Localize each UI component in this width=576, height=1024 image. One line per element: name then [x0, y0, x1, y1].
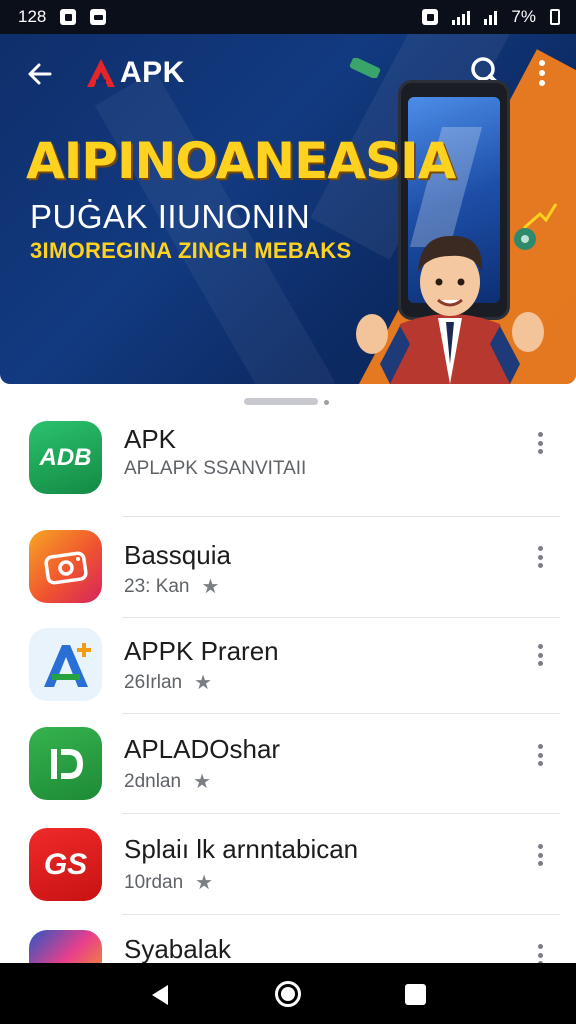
status-right: 7% — [422, 7, 560, 27]
status-bar: 128 7% — [0, 0, 576, 34]
hero-banner[interactable]: APK AIPINOANEASIA PUĠAK IIUNONIN 3IMOREG… — [0, 34, 576, 384]
brand-name: APK — [120, 56, 185, 89]
divider — [122, 713, 560, 714]
overflow-menu-icon[interactable] — [530, 58, 554, 88]
more-options-icon[interactable] — [530, 542, 550, 572]
app-rating: 2dnlan — [124, 770, 182, 792]
drag-handle[interactable] — [244, 398, 318, 405]
battery-icon — [550, 9, 560, 25]
app-rating: 10rdan — [124, 871, 184, 893]
app-rating: 26Irlan — [124, 671, 183, 693]
star-icon: ★ — [195, 872, 214, 894]
hero-tagline: 3IMOREGINA ZINGH MEBAKS — [30, 238, 352, 263]
app-rating: 23: Kan — [124, 575, 190, 597]
system-nav-bar — [0, 963, 576, 1024]
app-meta: 10rdan ★ — [124, 870, 213, 895]
divider — [122, 914, 560, 915]
battery-percent: 7% — [511, 7, 536, 26]
list-item[interactable]: Syabalak — [0, 926, 576, 963]
hero-subtitle: PUĠAK IIUNONIN — [30, 198, 311, 235]
app-meta: 23: Kan ★ — [124, 574, 219, 599]
more-options-icon[interactable] — [530, 640, 550, 670]
more-options-icon[interactable] — [530, 428, 550, 458]
star-icon: ★ — [193, 771, 211, 793]
status-time: 128 — [18, 7, 47, 26]
camera-app-icon — [29, 530, 102, 603]
more-options-icon[interactable] — [530, 740, 550, 770]
mascot-illustration — [356, 235, 544, 384]
wifi-signal-icon — [452, 9, 471, 25]
list-item[interactable]: APLADOshar 2dnlan ★ — [0, 724, 576, 822]
notification-icon — [60, 9, 77, 25]
cell-signal-icon — [484, 9, 498, 25]
nav-back-icon[interactable] — [148, 983, 172, 1007]
nav-home-icon[interactable] — [275, 981, 301, 1007]
app-icon-label: ADB — [39, 443, 92, 471]
page-indicator-dot — [324, 400, 329, 405]
app-name: Splaiı lk arnntabican — [124, 834, 359, 864]
apk-logo-icon — [87, 59, 115, 87]
app-name: APLADOshar — [124, 734, 281, 764]
list-item[interactable]: ADB APK APLAPK SSANVITAII — [0, 418, 576, 516]
divider — [122, 516, 560, 517]
mail-notification-icon — [90, 9, 107, 25]
nfc-icon — [422, 9, 439, 25]
star-icon: ★ — [201, 576, 220, 598]
app-meta: 26Irlan ★ — [124, 670, 212, 695]
app-meta: APLAPK SSANVITAII — [124, 458, 306, 480]
d-letter-icon — [50, 748, 83, 779]
back-arrow-icon[interactable] — [24, 58, 56, 90]
list-item[interactable]: APPK Praren 26Irlan ★ — [0, 626, 576, 724]
list-item[interactable]: Bassquia 23: Kan ★ — [0, 528, 576, 626]
hero-title: AIPINOANEASIA — [26, 132, 456, 190]
a-letter-icon — [43, 642, 91, 687]
gs-app-icon: GS — [29, 828, 102, 901]
list-item[interactable]: GS Splaiı lk arnntabican 10rdan ★ — [0, 826, 576, 924]
app-name: APPK Praren — [124, 636, 279, 666]
more-options-icon[interactable] — [530, 940, 550, 963]
a-plus-app-icon — [29, 628, 102, 701]
adb-app-icon: ADB — [29, 421, 102, 494]
app-name: APK — [124, 424, 177, 454]
star-icon: ★ — [194, 672, 213, 694]
d-app-icon — [29, 727, 102, 800]
app-icon-label: GS — [43, 847, 88, 881]
app-meta: 2dnlan ★ — [124, 769, 211, 794]
camera-icon — [43, 551, 88, 584]
app-name: Bassquia — [124, 540, 231, 570]
app-name: Syabalak — [124, 934, 231, 963]
colorful-app-icon — [29, 930, 102, 963]
divider — [122, 813, 560, 814]
status-left: 128 — [18, 7, 107, 27]
app-subtitle: APLAPK SSANVITAII — [124, 458, 307, 479]
divider — [122, 617, 560, 618]
more-options-icon[interactable] — [530, 840, 550, 870]
brand-logo: APK — [84, 56, 185, 90]
nav-recents-icon[interactable] — [405, 984, 426, 1005]
